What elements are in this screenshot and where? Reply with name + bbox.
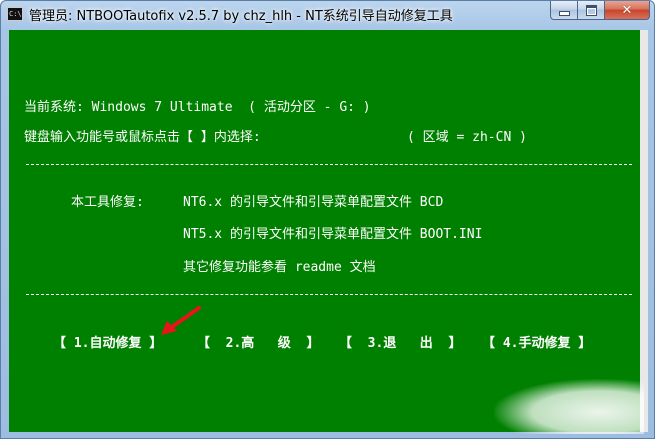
repair-label: 本工具修复: bbox=[71, 195, 144, 210]
region-line: ( 区域 = zh-CN ) bbox=[407, 130, 527, 145]
menu-exit[interactable]: 【 3.退 出 】 bbox=[339, 332, 461, 351]
caption-buttons: ✕ bbox=[550, 1, 650, 20]
window-title: 管理员: NTBOOTautofix v2.5.7 by chz_hlh - N… bbox=[29, 9, 453, 24]
console-window: C:\ 管理员: NTBOOTautofix v2.5.7 by chz_hlh… bbox=[0, 0, 655, 439]
minimize-icon bbox=[558, 10, 570, 16]
console-area: 当前系统: Windows 7 Ultimate ( 活动分区 - G: ) 键… bbox=[9, 30, 640, 432]
divider-top bbox=[26, 164, 632, 165]
scrollbar[interactable] bbox=[640, 30, 648, 432]
repair-line-nt6: NT6.x 的引导文件和引导菜单配置文件 BCD bbox=[183, 195, 444, 210]
current-system-line: 当前系统: Windows 7 Ultimate ( 活动分区 - G: ) bbox=[24, 100, 371, 115]
menu-advanced[interactable]: 【 2.高 级 】 bbox=[197, 332, 319, 351]
close-button[interactable]: ✕ bbox=[604, 1, 650, 20]
prompt-line: 键盘输入功能号或鼠标点击【 】内选择: bbox=[24, 130, 261, 145]
close-icon: ✕ bbox=[621, 2, 633, 18]
title-bar[interactable]: C:\ 管理员: NTBOOTautofix v2.5.7 by chz_hlh… bbox=[1, 1, 654, 27]
watermark bbox=[494, 379, 644, 434]
maximize-icon bbox=[585, 4, 597, 16]
maximize-button[interactable] bbox=[577, 1, 604, 20]
cmd-icon[interactable]: C:\ bbox=[7, 7, 23, 21]
repair-line-readme: 其它修复功能参看 readme 文档 bbox=[183, 260, 376, 275]
divider-bottom bbox=[26, 294, 632, 295]
minimize-button[interactable] bbox=[550, 1, 577, 20]
repair-line-nt5: NT5.x 的引导文件和引导菜单配置文件 BOOT.INI bbox=[183, 227, 483, 242]
arrow-icon bbox=[161, 306, 201, 335]
menu-manual-repair[interactable]: 【 4.手动修复 】 bbox=[482, 332, 591, 351]
menu-auto-repair[interactable]: 【 1.自动修复 】 bbox=[53, 332, 162, 351]
